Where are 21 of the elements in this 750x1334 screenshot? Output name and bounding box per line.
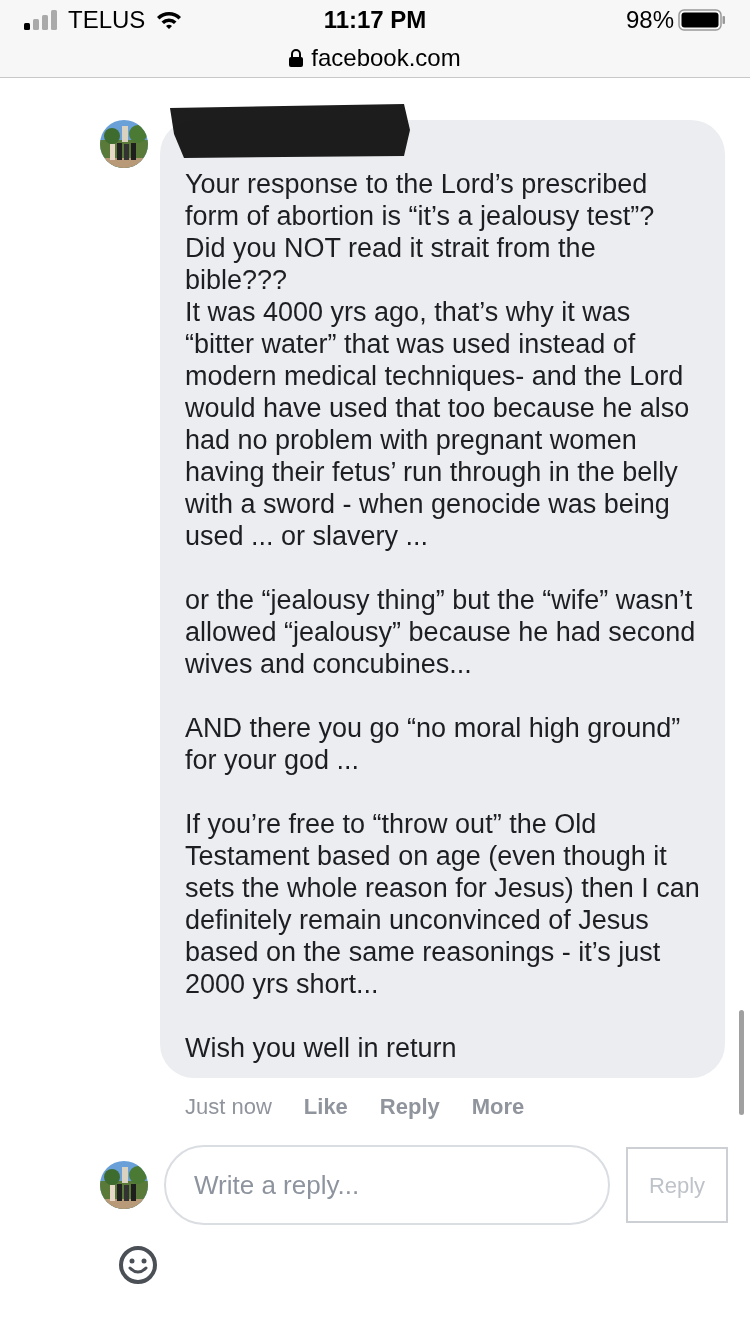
wifi-icon xyxy=(155,10,184,30)
comment-action-link[interactable]: More xyxy=(471,1090,525,1123)
comment-action-link[interactable]: Like xyxy=(303,1090,348,1123)
comment-text: If you’re free to “throw out” the Old Testament based on age (even though it sets the whole reason for Jesus) then I can definitely remain unconvinced of Jesus based on the same reasonings - it’s just 2000 yrs short... xyxy=(185,808,700,1000)
carrier-name: TELUS xyxy=(68,5,146,35)
comment-timestamp: Just now xyxy=(185,1093,272,1121)
comment-text: It was 4000 yrs ago, that’s why it was “bitter water” that was used instead of modern medical techniques- and the Lord would have used that too because he also had no problem with pregnant women having their fetus’ run through in the belly with a sword - when genocide was being used ... or slavery ... xyxy=(185,296,691,552)
comment-text: Wish you well in return xyxy=(185,1032,458,1064)
comment-action-link[interactable]: Reply xyxy=(379,1090,440,1123)
page-url[interactable]: facebook.com xyxy=(311,40,461,76)
reply-input-field[interactable]: Write a reply... xyxy=(164,1145,610,1225)
comment-text: Your response to the Lord’s prescribed form of abortion is “it’s a jealousy test”? Did you NOT read it strait from the bible??? xyxy=(185,168,656,296)
battery-percent: 98% xyxy=(625,5,674,35)
battery-icon xyxy=(678,9,726,31)
reply-button[interactable]: Reply xyxy=(626,1147,728,1223)
comment-text: or the “jealousy thing” but the “wife” wasn’t allowed “jealousy” because he had second wives and concubines... xyxy=(185,584,697,680)
signal-icon xyxy=(24,10,58,30)
emoji-icon[interactable] xyxy=(118,1245,158,1285)
clock-time: 11:17 PM xyxy=(323,5,427,35)
lock-icon xyxy=(289,49,304,67)
comment-text: AND there you go “no moral high ground” for your god ... xyxy=(185,712,682,776)
